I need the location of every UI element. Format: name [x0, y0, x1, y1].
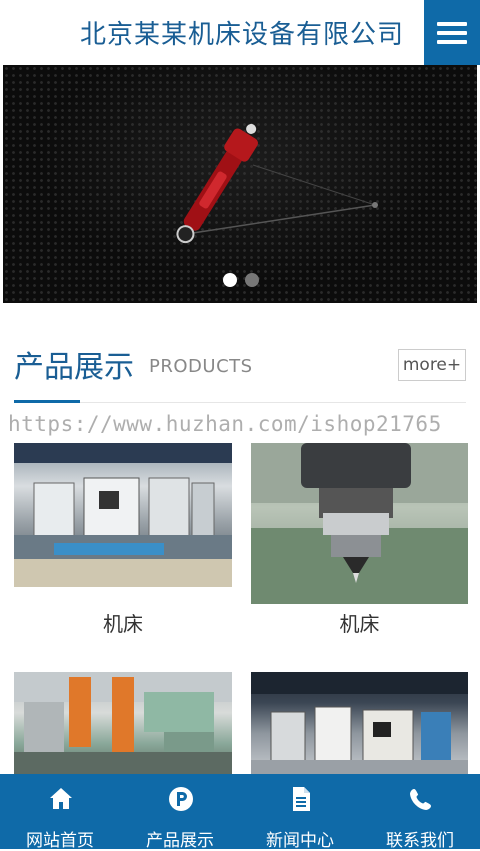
product-image[interactable]: [251, 443, 468, 604]
menu-button[interactable]: [424, 0, 480, 65]
watermark-text: https://www.huzhan.com/ishop21765: [8, 412, 442, 436]
product-caption[interactable]: 机床: [14, 608, 232, 637]
carousel-indicators: [223, 273, 259, 287]
nav-item-products[interactable]: 产品展示: [120, 774, 240, 851]
section-divider: [14, 402, 466, 403]
nav-item-label: 联系我们: [386, 831, 454, 851]
section-subtitle: PRODUCTS: [149, 356, 253, 377]
home-icon: [50, 788, 72, 809]
nav-item-label: 新闻中心: [266, 831, 334, 851]
product-caption[interactable]: 机床: [251, 608, 468, 637]
banner-image: [176, 123, 378, 244]
product-card[interactable]: [14, 672, 232, 774]
nav-item-home[interactable]: 网站首页: [0, 774, 120, 851]
banner-carousel[interactable]: [3, 65, 477, 303]
nav-item-contact[interactable]: 联系我们: [360, 774, 480, 851]
nav-item-label: 产品展示: [146, 831, 214, 851]
phone-icon: [410, 789, 431, 810]
more-button[interactable]: more+: [398, 349, 466, 381]
carousel-dot-2[interactable]: [245, 273, 259, 287]
product-card[interactable]: 机床: [251, 443, 468, 638]
hamburger-menu-icon: [437, 17, 467, 49]
carousel-dot-1[interactable]: [223, 273, 237, 287]
nav-item-news[interactable]: 新闻中心: [240, 774, 360, 851]
section-title-underline: [14, 400, 80, 403]
site-title[interactable]: 北京某某机床设备有限公司: [80, 14, 404, 51]
product-card[interactable]: 机床: [14, 443, 232, 638]
bottom-nav: 网站首页 产品展示 新闻中心 联系我们: [0, 774, 480, 851]
site-header: 北京某某机床设备有限公司: [0, 0, 480, 65]
section-title: 产品展示: [14, 350, 134, 385]
product-card[interactable]: [251, 672, 468, 774]
product-image[interactable]: [14, 672, 232, 774]
document-icon: [293, 787, 310, 811]
product-image[interactable]: [14, 443, 232, 587]
product-image[interactable]: [251, 672, 468, 774]
nav-item-label: 网站首页: [26, 831, 94, 851]
product-circle-p-icon: [169, 787, 193, 811]
